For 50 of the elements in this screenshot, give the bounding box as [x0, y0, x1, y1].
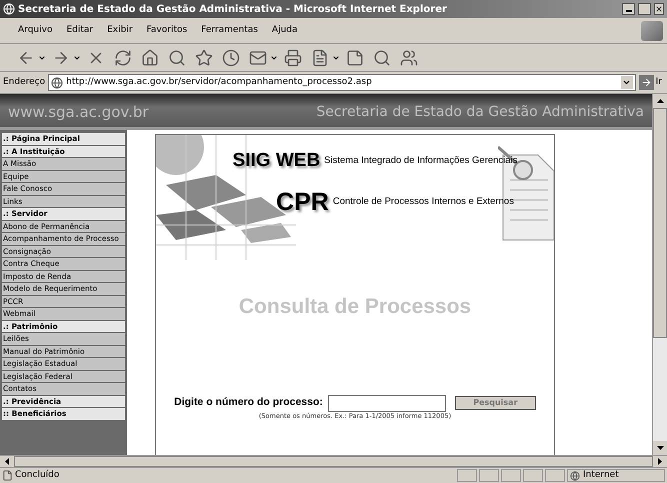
browser-icon — [3, 3, 15, 15]
menu-item[interactable]: Favoritos — [146, 24, 188, 38]
zone-text: Internet — [583, 468, 619, 482]
favorites-icon — [195, 48, 213, 66]
field-label: Digite o número do processo: — [174, 395, 323, 410]
up-arrow-icon — [656, 99, 664, 103]
caret-icon — [332, 54, 340, 62]
edit-icon — [311, 48, 329, 66]
scroll-right-button[interactable] — [653, 456, 667, 467]
page-heading: Consulta de Processos — [238, 294, 472, 320]
home-icon — [141, 48, 159, 66]
site-address: www.sga.ac.gov.br — [8, 102, 149, 122]
right-arrow-icon — [658, 458, 662, 465]
banner-title: Secretaria de Estado da Gestão Administrativa — [316, 103, 644, 122]
search-icon — [168, 48, 186, 66]
logo-subtitle: Controle de Processos Internos e Externos — [332, 195, 514, 210]
maximize-button[interactable] — [638, 3, 651, 15]
minimize-button[interactable] — [622, 3, 635, 15]
logo-text: SIIG WEB — [232, 149, 320, 173]
close-button[interactable] — [654, 3, 664, 15]
caret-icon — [73, 54, 81, 62]
research-icon — [373, 48, 391, 66]
refresh-icon — [114, 48, 132, 66]
scroll-thumb[interactable] — [653, 108, 667, 338]
mail-icon — [249, 48, 267, 66]
status-text: Concluído — [15, 468, 60, 482]
menu-item[interactable]: Ajuda — [272, 24, 298, 38]
down-arrow-icon — [656, 446, 664, 450]
arrow-right-icon — [640, 77, 652, 88]
close-icon — [655, 5, 663, 13]
print-icon — [284, 48, 302, 66]
scroll-left-button[interactable] — [0, 456, 14, 467]
menu-item[interactable]: Ferramentas — [201, 24, 258, 38]
left-arrow-icon — [5, 458, 9, 465]
logo-subtitle: Sistema Integrado de Informações Gerenciais — [324, 154, 518, 168]
address-label: Endereço — [3, 76, 46, 89]
history-icon — [222, 48, 240, 66]
scroll-up-button[interactable] — [653, 94, 667, 108]
process-number-field[interactable] — [328, 394, 446, 412]
caret-icon — [270, 54, 278, 62]
messenger-icon — [400, 48, 418, 66]
caret-icon — [38, 54, 46, 62]
scroll-down-button[interactable] — [653, 441, 667, 455]
menu-item[interactable]: Editar — [66, 24, 94, 38]
globe-icon — [570, 470, 580, 480]
window-title: Secretaria de Estado da Gestão Administrativa - Microsoft Internet Explorer — [18, 2, 448, 16]
menu-item[interactable]: Exibir — [107, 24, 133, 38]
menu-item[interactable]: Arquivo — [18, 24, 52, 38]
address-field[interactable]: http://www.sga.ac.gov.br/servidor/acompanhamento_processo2.asp — [48, 74, 636, 91]
logo-text: CPR — [276, 186, 329, 218]
